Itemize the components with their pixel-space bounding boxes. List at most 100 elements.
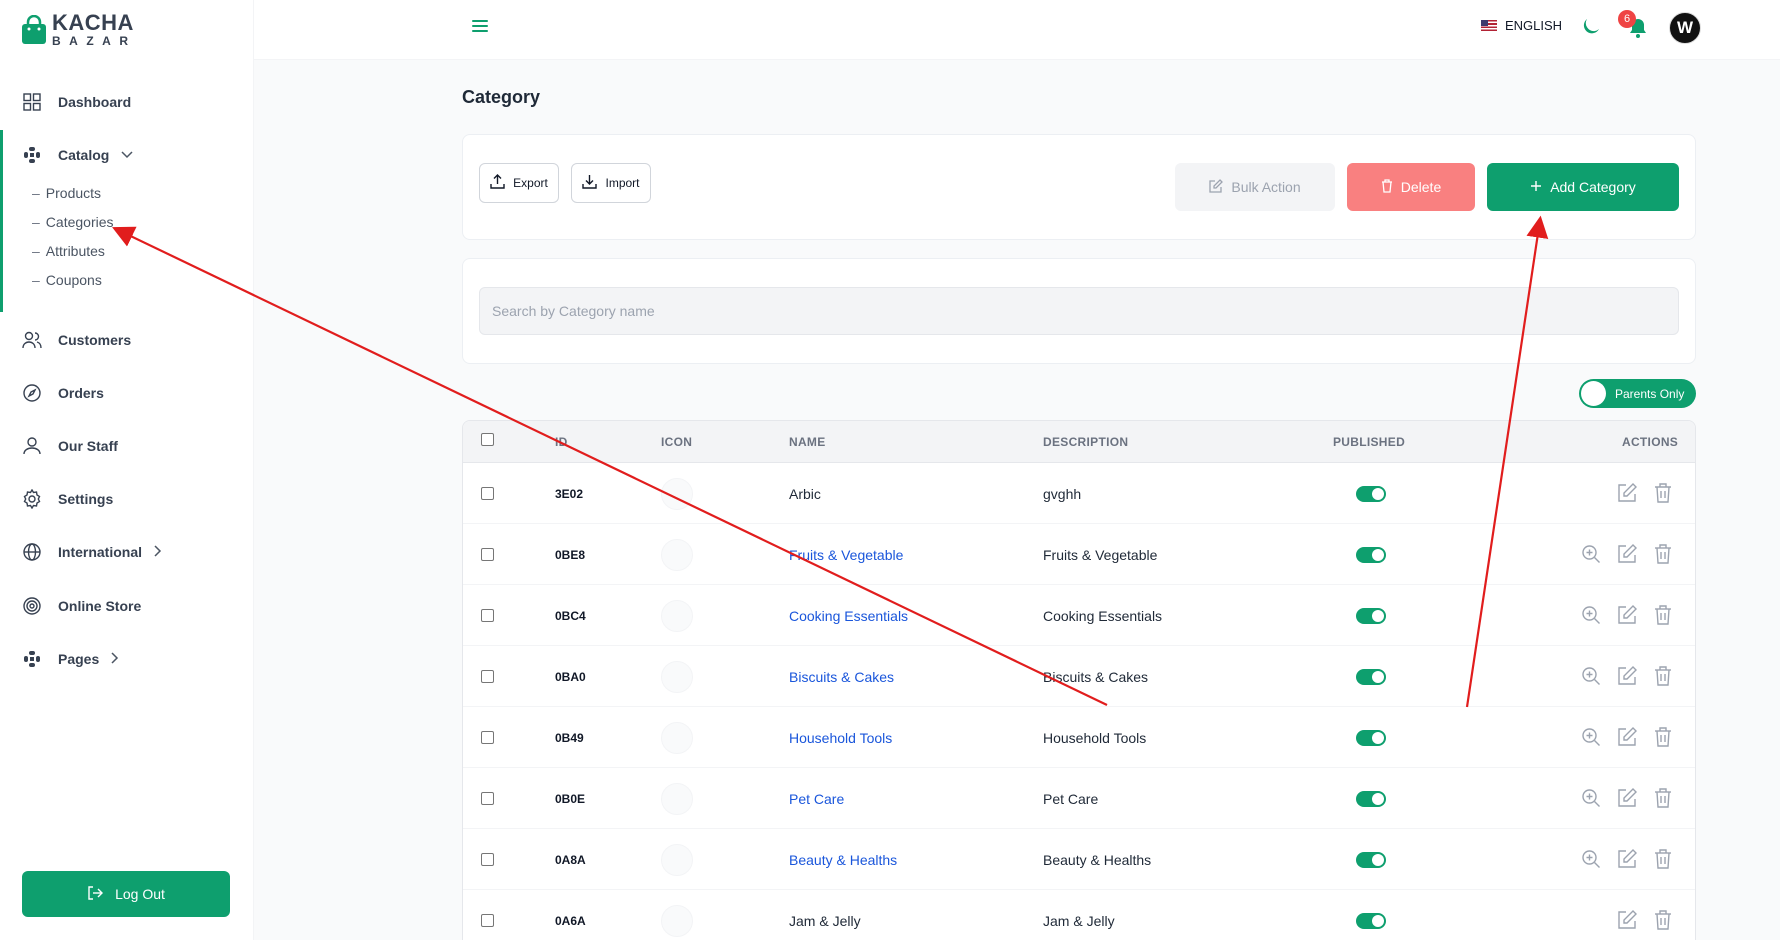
notification-badge: 6 — [1618, 10, 1636, 28]
cell-name[interactable]: Household Tools — [789, 707, 892, 768]
sidebar-item-our-staff[interactable]: Our Staff — [22, 434, 118, 458]
published-toggle[interactable] — [1356, 485, 1386, 502]
moon-icon[interactable] — [1581, 17, 1601, 37]
zoom-in-icon[interactable] — [1581, 544, 1601, 564]
sidebar-item-label: Settings — [58, 491, 114, 507]
published-toggle[interactable] — [1356, 851, 1386, 868]
cell-description: Cooking Essentials — [1043, 607, 1163, 624]
import-button[interactable]: Import — [571, 163, 651, 203]
published-toggle[interactable] — [1356, 668, 1386, 685]
sidebar-item-pages[interactable]: Pages — [22, 647, 119, 671]
sidebar-item-customers[interactable]: Customers — [22, 328, 131, 352]
published-toggle[interactable] — [1356, 790, 1386, 807]
edit-icon[interactable] — [1617, 727, 1637, 747]
edit-icon[interactable] — [1617, 849, 1637, 869]
cell-id: 0B0E — [555, 791, 586, 806]
row-checkbox[interactable] — [481, 853, 494, 866]
target-icon — [22, 596, 42, 616]
zoom-in-icon[interactable] — [1581, 849, 1601, 869]
published-toggle[interactable] — [1356, 546, 1386, 563]
sidebar-item-orders[interactable]: Orders — [22, 381, 104, 405]
edit-icon[interactable] — [1617, 788, 1637, 808]
sidebar: KACHA BAZAR Dashboard Catalog – Products … — [0, 0, 254, 940]
cell-id: 0A6A — [555, 913, 586, 928]
category-icon — [661, 477, 693, 510]
logout-button[interactable]: Log Out — [22, 871, 230, 917]
brand-logo[interactable]: KACHA BAZAR — [20, 12, 137, 47]
sidebar-subitem-categories[interactable]: – Categories — [32, 212, 114, 232]
trash-icon[interactable] — [1654, 544, 1674, 564]
sidebar-item-label: Our Staff — [58, 438, 118, 454]
export-label: Export — [513, 176, 548, 190]
cell-name[interactable]: Fruits & Vegetable — [789, 524, 903, 585]
cell-description: Pet Care — [1043, 790, 1099, 807]
column-header-name: NAME — [789, 435, 826, 449]
sidebar-item-dashboard[interactable]: Dashboard — [22, 90, 131, 114]
table-row: 0A6A Jam & Jelly Jam & Jelly — [463, 890, 1695, 940]
sidebar-subitem-attributes[interactable]: – Attributes — [32, 241, 105, 261]
menu-icon[interactable] — [472, 20, 488, 36]
trash-icon[interactable] — [1654, 666, 1674, 686]
cell-name: Jam & Jelly — [789, 912, 861, 929]
export-button[interactable]: Export — [479, 163, 559, 203]
pages-icon — [22, 649, 42, 669]
cell-id: 0BC4 — [555, 608, 586, 623]
sidebar-item-online-store[interactable]: Online Store — [22, 594, 141, 618]
published-toggle[interactable] — [1356, 607, 1386, 624]
table-row: 0BC4 Cooking Essentials Cooking Essentials — [463, 585, 1695, 646]
avatar[interactable]: W — [1669, 12, 1701, 44]
row-checkbox[interactable] — [481, 914, 494, 927]
sidebar-subitem-products[interactable]: – Products — [32, 183, 101, 203]
trash-icon[interactable] — [1654, 727, 1674, 747]
column-header-actions: ACTIONS — [1622, 435, 1679, 449]
row-checkbox[interactable] — [481, 792, 494, 805]
language-selector[interactable]: ENGLISH — [1481, 18, 1562, 33]
row-checkbox[interactable] — [481, 731, 494, 744]
category-table: ID ICON NAME DESCRIPTION PUBLISHED ACTIO… — [462, 420, 1696, 940]
delete-button[interactable]: Delete — [1347, 163, 1475, 211]
trash-icon[interactable] — [1654, 605, 1674, 625]
sidebar-item-international[interactable]: International — [22, 540, 162, 564]
zoom-in-icon[interactable] — [1581, 605, 1601, 625]
edit-icon[interactable] — [1617, 605, 1637, 625]
zoom-in-icon[interactable] — [1581, 788, 1601, 808]
cell-name[interactable]: Cooking Essentials — [789, 585, 908, 646]
edit-icon[interactable] — [1617, 910, 1637, 930]
sidebar-item-catalog[interactable]: Catalog — [22, 143, 133, 167]
trash-icon[interactable] — [1654, 788, 1674, 808]
bulk-action-button[interactable]: Bulk Action — [1175, 163, 1335, 211]
zoom-in-icon[interactable] — [1581, 727, 1601, 747]
trash-icon[interactable] — [1654, 483, 1674, 503]
parents-only-toggle[interactable]: Parents Only — [1579, 379, 1696, 408]
row-checkbox[interactable] — [481, 609, 494, 622]
edit-icon[interactable] — [1617, 666, 1637, 686]
table-row: 3E02 Arbic gvghh — [463, 463, 1695, 524]
cell-description: Biscuits & Cakes — [1043, 668, 1149, 685]
user-icon — [22, 436, 42, 456]
cell-name[interactable]: Biscuits & Cakes — [789, 646, 894, 707]
edit-icon[interactable] — [1617, 483, 1637, 503]
row-checkbox[interactable] — [481, 487, 494, 500]
cell-id: 0A8A — [555, 852, 586, 867]
zoom-in-icon[interactable] — [1581, 666, 1601, 686]
cell-name[interactable]: Beauty & Healths — [789, 829, 897, 890]
search-input[interactable] — [479, 287, 1679, 335]
row-checkbox[interactable] — [481, 670, 494, 683]
cell-description: Beauty & Healths — [1043, 851, 1152, 868]
chevron-down-icon — [121, 148, 133, 162]
select-all-checkbox[interactable] — [481, 433, 494, 446]
sidebar-subitem-coupons[interactable]: – Coupons — [32, 270, 102, 290]
published-toggle[interactable] — [1356, 729, 1386, 746]
sidebar-item-settings[interactable]: Settings — [22, 487, 113, 511]
edit-icon[interactable] — [1617, 544, 1637, 564]
trash-icon[interactable] — [1654, 849, 1674, 869]
add-category-label: Add Category — [1550, 179, 1636, 195]
trash-icon[interactable] — [1654, 910, 1674, 930]
cell-id: 0B49 — [555, 730, 584, 745]
language-label: ENGLISH — [1505, 18, 1563, 33]
row-checkbox[interactable] — [481, 548, 494, 561]
table-row: 0B0E Pet Care Pet Care — [463, 768, 1695, 829]
add-category-button[interactable]: Add Category — [1487, 163, 1679, 211]
published-toggle[interactable] — [1356, 912, 1386, 929]
cell-name[interactable]: Pet Care — [789, 768, 844, 829]
